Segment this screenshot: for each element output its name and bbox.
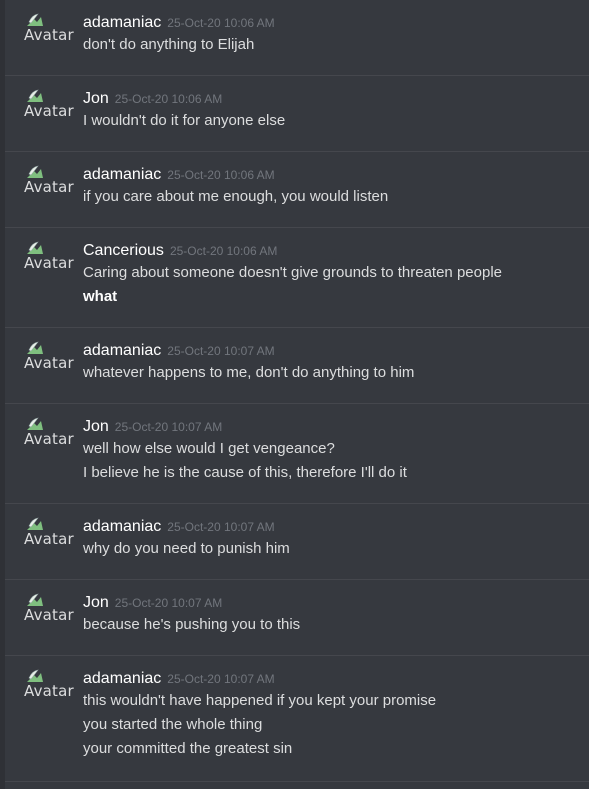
avatar-alt-text: Avatar [24,530,74,548]
timestamp: 25-Oct-20 10:07 AM [167,520,275,534]
author-name[interactable]: Cancerious [83,242,164,259]
broken-image-icon [27,669,43,682]
chat-message: Avatar adamaniac 25-Oct-20 10:07 AM this wo… [5,656,589,782]
chat-message: Avatar Cancerious 25-Oct-20 10:06 AM Caring… [5,228,589,328]
avatar[interactable]: Avatar [24,517,74,557]
chat-message: Avatar Jon 25-Oct-20 10:07 AM well how else… [5,404,589,504]
avatar[interactable]: Avatar [24,241,74,281]
message-content: Cancerious 25-Oct-20 10:06 AM Caring about… [83,241,589,309]
avatar[interactable]: Avatar [24,165,74,205]
message-content: adamaniac 25-Oct-20 10:07 AM why do you ne… [83,517,589,561]
timestamp: 25-Oct-20 10:06 AM [167,16,275,30]
author-name[interactable]: adamaniac [83,166,161,183]
chat-message: Avatar Jon 25-Oct-20 10:07 AM because he's … [5,580,589,656]
message-header: adamaniac 25-Oct-20 10:07 AM [83,669,589,689]
chat-message: Avatar adamaniac 25-Oct-20 10:06 AM if you … [5,152,589,228]
author-name[interactable]: Jon [83,418,109,435]
author-name[interactable]: adamaniac [83,342,161,359]
message-text: if you care about me enough, you would l… [83,188,389,205]
message-content: Jon 25-Oct-20 10:07 AM well how else would… [83,417,589,485]
author-name[interactable]: adamaniac [83,670,161,687]
message-header: Jon 25-Oct-20 10:06 AM [83,89,589,109]
message-text: because he's pushing you to this [83,616,301,633]
message-header: Jon 25-Oct-20 10:07 AM [83,593,589,613]
avatar-alt-text: Avatar [24,430,74,448]
message-text: well how else would I get vengeance? [83,440,335,457]
message-header: adamaniac 25-Oct-20 10:06 AM [83,165,589,185]
message-header: Cancerious 25-Oct-20 10:06 AM [83,241,589,261]
message-content: Jon 25-Oct-20 10:06 AM I wouldn't do it fo… [83,89,589,133]
message-header: adamaniac 25-Oct-20 10:07 AM [83,517,589,537]
author-name[interactable]: Jon [83,90,109,107]
broken-image-icon [27,165,43,178]
message-text: I believe he is the cause of this, there… [83,464,407,481]
message-content: adamaniac 25-Oct-20 10:06 AM don't do anyt… [83,13,589,57]
message-text: what [83,288,118,305]
author-name[interactable]: adamaniac [83,518,161,535]
broken-image-icon [27,417,43,430]
avatar[interactable]: Avatar [24,669,74,709]
timestamp: 25-Oct-20 10:06 AM [167,168,275,182]
author-name[interactable]: Jon [83,594,109,611]
avatar-alt-text: Avatar [24,178,74,196]
avatar[interactable]: Avatar [24,417,74,457]
message-content: adamaniac 25-Oct-20 10:06 AM if you care a… [83,165,589,209]
avatar-alt-text: Avatar [24,26,74,44]
message-content: Jon 25-Oct-20 10:07 AM because he's pushin… [83,593,589,637]
broken-image-icon [27,593,43,606]
message-content: adamaniac 25-Oct-20 10:07 AM this wouldn't… [83,669,589,761]
broken-image-icon [27,13,43,26]
avatar[interactable]: Avatar [24,89,74,129]
message-text: whatever happens to me, don't do anythin… [83,364,415,381]
timestamp: 25-Oct-20 10:06 AM [114,92,223,106]
message-text: why do you need to punish him [83,540,290,557]
timestamp: 25-Oct-20 10:07 AM [114,596,223,610]
message-header: adamaniac 25-Oct-20 10:07 AM [83,341,589,361]
timestamp: 25-Oct-20 10:07 AM [114,420,223,434]
avatar-alt-text: Avatar [24,254,74,272]
message-text: your committed the greatest sin [83,740,293,757]
avatar-alt-text: Avatar [24,102,74,120]
timestamp: 25-Oct-20 10:07 AM [167,672,275,686]
avatar[interactable]: Avatar [24,13,74,53]
message-header: Jon 25-Oct-20 10:07 AM [83,417,589,437]
timestamp: 25-Oct-20 10:06 AM [169,244,278,258]
chat-message: Avatar adamaniac 25-Oct-20 10:07 AM why do … [5,504,589,580]
chat-log: Avatar adamaniac 25-Oct-20 10:06 AM don't d… [5,0,589,782]
avatar-alt-text: Avatar [24,354,74,372]
avatar-alt-text: Avatar [24,682,74,700]
chat-message: Avatar adamaniac 25-Oct-20 10:06 AM don't d… [5,0,589,76]
broken-image-icon [27,89,43,102]
message-content: adamaniac 25-Oct-20 10:07 AM whatever happ… [83,341,589,385]
avatar[interactable]: Avatar [24,341,74,381]
broken-image-icon [27,341,43,354]
chat-message: Avatar adamaniac 25-Oct-20 10:07 AM whateve… [5,328,589,404]
message-text: I wouldn't do it for anyone else [83,112,286,129]
chat-message: Avatar Jon 25-Oct-20 10:06 AM I wouldn't do… [5,76,589,152]
message-text: don't do anything to Elijah [83,36,255,53]
message-text: you started the whole thing [83,716,263,733]
author-name[interactable]: adamaniac [83,14,161,31]
timestamp: 25-Oct-20 10:07 AM [167,344,275,358]
message-header: adamaniac 25-Oct-20 10:06 AM [83,13,589,33]
message-text: this wouldn't have happened if you kept … [83,692,437,709]
avatar-alt-text: Avatar [24,606,74,624]
avatar[interactable]: Avatar [24,593,74,633]
message-text: Caring about someone doesn't give ground… [83,264,502,281]
broken-image-icon [27,517,43,530]
broken-image-icon [27,241,43,254]
